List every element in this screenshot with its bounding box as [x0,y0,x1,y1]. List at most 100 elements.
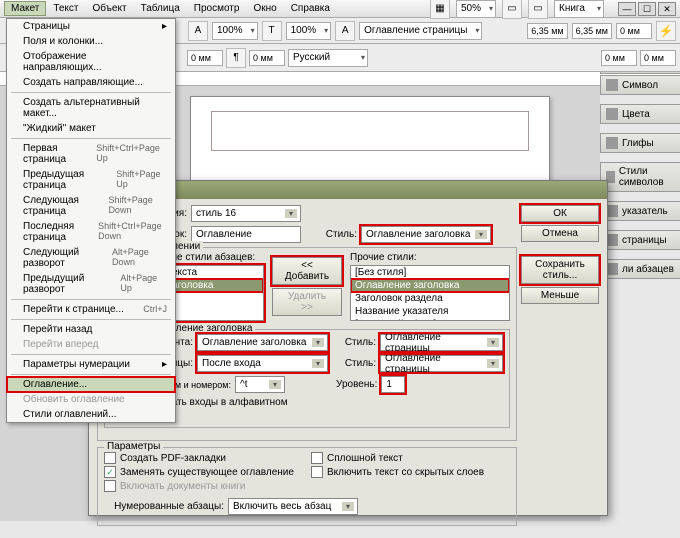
margin-b[interactable]: 6,35 мм [572,23,612,39]
panel-glyphs[interactable]: Глифы [600,133,680,153]
text-frame[interactable] [211,111,529,151]
save-style-button[interactable]: Сохранить стиль... [521,256,599,284]
character-icon [606,79,618,91]
zoom-combo[interactable]: 50% [456,0,496,18]
dd-toc-styles[interactable]: Стили оглавлений... [7,407,175,422]
list-item[interactable]: Оглавление заголовка [351,279,509,292]
dd-pages[interactable]: Страницы▸ [7,19,175,34]
checkbox-icon [311,452,323,464]
add-button[interactable]: << Добавить [272,257,342,285]
list-item[interactable]: [Без стиля] [351,266,509,279]
colors-icon [606,108,618,120]
spacing-field-2[interactable]: 0 мм [640,50,676,66]
menubar: Макет Текст Объект Таблица Просмотр Окно… [0,0,680,18]
panel-pages[interactable]: страницы [600,230,680,250]
screen-mode-icon[interactable]: ▭ [528,0,548,19]
dd-go-back[interactable]: Перейти назад [7,322,175,337]
other-styles-label: Прочие стили: [350,252,510,263]
list-item[interactable]: Заголовок раздела [351,292,509,305]
dd-next-spread[interactable]: Следующий разворотAlt+Page Down [7,245,175,271]
dd-first-page[interactable]: Первая страницаShift+Ctrl+Page Up [7,141,175,167]
maximize-button[interactable]: ☐ [638,2,656,16]
align-icon[interactable]: A [335,21,355,41]
numbered-para-combo[interactable]: Включить весь абзац [228,498,358,515]
layout-dropdown: Страницы▸ Поля и колонки... Отображение … [6,18,176,423]
scale-combo[interactable]: 100% [286,22,332,40]
level-label: Уровень: [336,379,377,390]
cancel-button[interactable]: Отмена [521,225,599,242]
toc-style-combo[interactable]: стиль 16 [191,205,301,222]
between-combo[interactable]: ^t [235,376,285,393]
view-mode-icon[interactable]: ▭ [502,0,522,19]
margin-a[interactable]: 6,35 мм [527,23,567,39]
spacing-field[interactable]: 0 мм [601,50,637,66]
glyphs-icon [606,137,618,149]
menu-table[interactable]: Таблица [134,1,187,16]
page-style-combo[interactable]: Оглавление страницы [380,355,503,372]
pdf-bookmarks-check[interactable]: Создать PDF-закладки [104,452,303,464]
panel-para-styles[interactable]: ли абзацев [600,259,680,279]
other-styles-list[interactable]: [Без стиля] Оглавление заголовка Заголов… [350,265,510,321]
dd-numbering[interactable]: Параметры нумерации▸ [7,357,175,372]
panel-character[interactable]: Символ [600,75,680,95]
replace-toc-check[interactable]: ✓Заменять существующее оглавление [104,466,303,478]
dd-prev-page[interactable]: Предыдущая страницаShift+Page Up [7,167,175,193]
solid-text-check[interactable]: Сплошной текст [311,452,510,464]
dd-prev-spread[interactable]: Предыдущий разворотAlt+Page Up [7,271,175,297]
dd-next-page[interactable]: Следующая страницаShift+Page Down [7,193,175,219]
hidden-text-check[interactable]: Включить текст со скрытых слоев [311,466,510,478]
dd-liquid[interactable]: "Жидкий" макет [7,121,175,136]
style-label: Стиль: [321,229,357,240]
dd-guides-display[interactable]: Отображение направляющих... [7,49,175,75]
panel-char-styles[interactable]: Стили символов [600,162,680,192]
entry-style-combo[interactable]: Оглавление страницы [380,334,503,351]
numbered-para-label: Нумерованные абзацы: [104,501,224,512]
dd-margins[interactable]: Поля и колонки... [7,34,175,49]
list-item[interactable]: Название указателя [351,305,509,318]
para-style-combo[interactable]: Оглавление страницы [359,22,482,40]
ok-button[interactable]: ОК [521,205,599,222]
indent-field-2[interactable]: 0 мм [249,50,285,66]
dd-create-guides[interactable]: Создать направляющие... [7,75,175,90]
menu-layout[interactable]: Макет [4,1,46,16]
title-style-combo[interactable]: Оглавление заголовка [361,226,491,243]
dd-go-forward: Перейти вперед [7,337,175,352]
menu-text[interactable]: Текст [46,1,85,16]
panel-colors[interactable]: Цвета [600,104,680,124]
dd-last-page[interactable]: Последняя страницаShift+Ctrl+Page Down [7,219,175,245]
menu-object[interactable]: Объект [86,1,134,16]
menu-view[interactable]: Просмотр [187,1,247,16]
close-button[interactable]: ✕ [658,2,676,16]
right-style-label-1: Стиль: [336,337,376,348]
char-icon[interactable]: A [188,21,208,41]
remove-button[interactable]: Удалить >> [272,288,342,316]
lang-combo[interactable]: Русский [288,49,368,67]
checkbox-icon [311,466,323,478]
font-size-combo[interactable]: 100% [212,22,258,40]
params-fieldset: Параметры Создать PDF-закладки ✓Заменять… [97,447,517,526]
margin-c[interactable]: 0 мм [616,23,652,39]
lightning-icon[interactable]: ⚡ [656,21,676,41]
less-button[interactable]: Меньше [521,287,599,304]
book-combo[interactable]: Книга [554,0,604,18]
panel-index[interactable]: указатель [600,201,680,221]
minimize-button[interactable]: — [618,2,636,16]
dd-goto-page[interactable]: Перейти к странице...Ctrl+J [7,302,175,317]
dd-update-toc: Обновить оглавление [7,392,175,407]
element-style-combo[interactable]: Оглавление заголовка [197,334,328,351]
level-input[interactable]: 1 [381,376,405,393]
menu-window[interactable]: Окно [246,1,283,16]
heading-input[interactable]: Оглавление [191,226,301,243]
tt-icon[interactable]: T [262,21,282,41]
dd-toc[interactable]: Оглавление... [7,377,175,392]
page-num-combo[interactable]: После входа [197,355,328,372]
checkbox-icon [104,480,116,492]
para-icon[interactable]: ¶ [226,48,246,68]
dd-alt-layout[interactable]: Создать альтернативный макет... [7,95,175,121]
indent-field[interactable]: 0 мм [187,50,223,66]
params-legend: Параметры [104,441,163,452]
list-item[interactable]: [Основной абзац] [351,318,509,321]
toolbar-icon[interactable]: ▦ [430,0,450,19]
checkbox-icon [104,452,116,464]
menu-help[interactable]: Справка [284,1,337,16]
